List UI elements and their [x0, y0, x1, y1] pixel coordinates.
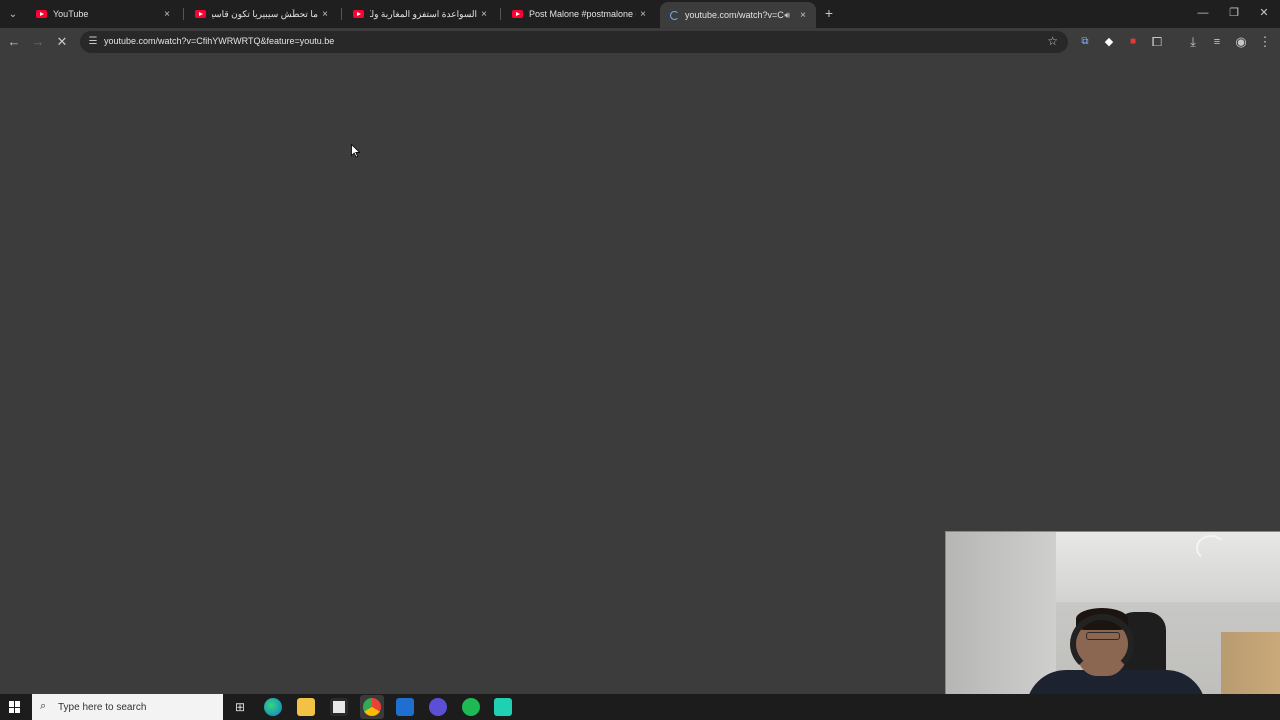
speaker-icon[interactable]: 🔊︎ [784, 10, 790, 21]
webcam-ceiling [1056, 532, 1280, 602]
new-tab-button[interactable]: + [822, 6, 836, 20]
tab-video-3[interactable]: Post Malone #postmalone #mo × [502, 4, 656, 24]
restore-button[interactable]: ❐ [1227, 6, 1241, 20]
window-close-button[interactable]: ✕ [1257, 6, 1271, 20]
tab-divider [500, 8, 501, 20]
tab-active-loading[interactable]: youtube.com/watch?v=CfihY 🔊︎ × [660, 2, 816, 28]
youtube-icon [353, 10, 364, 18]
address-bar[interactable]: ☰ youtube.com/watch?v=CfihYWRWRTQ&featur… [80, 31, 1068, 53]
loading-spinner-icon [670, 10, 679, 20]
taskbar-search-box[interactable]: ⌕ Type here to search [32, 694, 223, 720]
tab-label: Post Malone #postmalone #mo [529, 9, 636, 19]
browser-menu-icon[interactable]: ⋮ [1257, 34, 1273, 50]
download-icon[interactable]: ⤓ [1185, 34, 1201, 50]
tab-close-icon[interactable]: × [636, 7, 650, 21]
mouse-pointer-icon [351, 144, 361, 158]
spotify-icon[interactable] [462, 698, 480, 716]
profile-avatar-icon[interactable]: ◉ [1233, 34, 1249, 50]
windows-start-icon[interactable] [9, 701, 21, 713]
youtube-icon [512, 10, 523, 18]
webcam-headset [1070, 614, 1134, 674]
tab-video-1[interactable]: ما تحطّش سيبيريا تكون قاسية يو × [185, 4, 338, 24]
microsoft-store-icon[interactable] [330, 698, 348, 716]
extension-diamond-icon[interactable]: ◆ [1101, 34, 1117, 50]
browser-toolbar: ← → ✕ ☰ youtube.com/watch?v=CfihYWRWRTQ&… [0, 28, 1280, 56]
app-teal-icon[interactable] [494, 698, 512, 716]
site-info-icon[interactable]: ☰ [86, 35, 100, 49]
minimize-button[interactable]: — [1196, 6, 1210, 20]
tab-close-icon[interactable]: × [318, 7, 332, 21]
tab-search-icon[interactable]: ⌄ [4, 5, 22, 23]
outlook-icon[interactable] [396, 698, 414, 716]
tab-divider [341, 8, 342, 20]
messenger-icon[interactable] [429, 698, 447, 716]
search-icon: ⌕ [40, 700, 47, 712]
tab-label: ما تحطّش سيبيريا تكون قاسية يو [212, 8, 318, 19]
file-explorer-icon[interactable] [297, 698, 315, 716]
tab-label: youtube.com/watch?v=CfihY [685, 10, 784, 20]
tab-close-icon[interactable]: × [796, 8, 810, 22]
translate-icon[interactable]: ⧉ [1077, 34, 1093, 50]
youtube-icon [36, 10, 47, 18]
media-control-icon[interactable]: ≡ [1209, 34, 1225, 50]
windows-taskbar: ⌕ Type here to search ⊞ [0, 694, 1280, 720]
tab-strip: ⌄ YouTube × ما تحطّش سيبيريا تكون قاسية … [0, 0, 1280, 28]
tab-label: YouTube [53, 9, 89, 19]
tab-divider [183, 8, 184, 20]
stop-loading-button[interactable]: ✕ [54, 34, 70, 50]
youtube-icon [195, 10, 206, 18]
tab-youtube[interactable]: YouTube × [26, 4, 180, 24]
tab-close-icon[interactable]: × [477, 7, 491, 21]
edge-browser-icon[interactable] [264, 698, 282, 716]
url-text[interactable]: youtube.com/watch?v=CfihYWRWRTQ&feature=… [104, 36, 334, 46]
tab-close-icon[interactable]: × [160, 7, 174, 21]
webcam-ceiling-light [1196, 535, 1226, 561]
task-view-icon[interactable]: ⊞ [231, 698, 249, 716]
webcam-overlay [945, 531, 1280, 720]
forward-button[interactable]: → [30, 34, 46, 50]
tab-label: السواعدة استفزو المغاربة ولكن ال [370, 8, 477, 19]
bookmark-star-icon[interactable]: ☆ [1047, 34, 1058, 48]
chrome-icon[interactable] [363, 698, 381, 716]
extensions-puzzle-icon[interactable]: ⧠ [1149, 34, 1165, 50]
search-placeholder: Type here to search [58, 702, 147, 713]
tab-video-2[interactable]: السواعدة استفزو المغاربة ولكن ال × [343, 4, 497, 24]
extension-red-icon[interactable]: ■ [1125, 34, 1141, 50]
back-button[interactable]: ← [6, 34, 22, 50]
